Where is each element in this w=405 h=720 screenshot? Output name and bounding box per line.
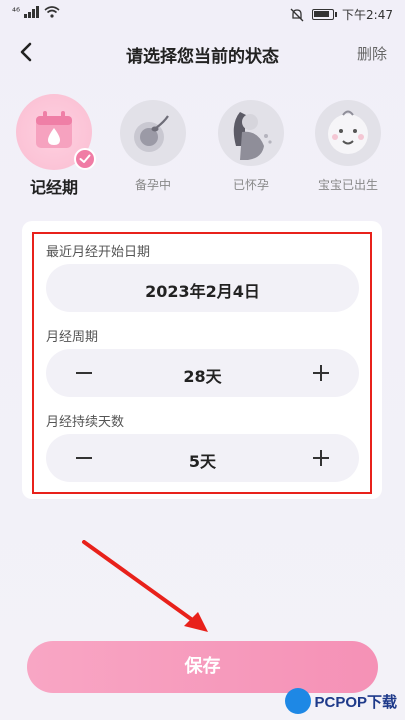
watermark: PCPOP下载 [285, 688, 397, 714]
state-option-trying[interactable]: 备孕中 [113, 100, 193, 193]
battery-icon [312, 9, 338, 20]
state-option-period[interactable]: 记经期 [14, 94, 96, 198]
plus-icon [313, 365, 329, 381]
period-duration-stepper: 5天 [46, 434, 359, 482]
top-nav: 请选择您当前的状态 删除 [0, 36, 405, 70]
baby-icon [328, 110, 368, 154]
start-date-value: 2023年2月4日 [145, 282, 260, 301]
state-label: 备孕中 [134, 178, 171, 192]
clock: 下午2:47 [342, 8, 393, 22]
plus-icon [313, 450, 329, 466]
cycle-length-label: 月经周期 [46, 330, 99, 345]
status-bar: ⁴⁶ 下午2:47 [0, 0, 405, 28]
sperm-egg-icon [134, 115, 169, 152]
state-option-baby-born[interactable]: 宝宝已出生 [308, 100, 388, 193]
pcpop-logo-icon [285, 688, 312, 714]
state-label: 宝宝已出生 [317, 178, 378, 192]
state-label: 记经期 [29, 178, 78, 197]
cell-signal-icon [24, 6, 40, 18]
state-option-circle [120, 100, 186, 166]
selected-check-icon [74, 148, 96, 170]
watermark-text: PCPOP下载 [314, 693, 397, 711]
page-title: 请选择您当前的状态 [126, 47, 279, 67]
save-button[interactable]: 保存 [27, 641, 378, 693]
duration-increase-button[interactable] [309, 446, 333, 470]
pregnant-woman-icon [233, 112, 272, 160]
state-label: 已怀孕 [232, 178, 269, 192]
cycle-increase-button[interactable] [309, 361, 333, 385]
status-selector: 记经期 备孕中 已怀孕 宝宝已出生 [0, 94, 405, 200]
state-option-circle [16, 94, 96, 170]
cycle-length-stepper: 28天 [46, 349, 359, 397]
state-option-pregnant[interactable]: 已怀孕 [211, 100, 291, 193]
start-date-picker[interactable]: 2023年2月4日 [46, 264, 359, 312]
state-option-circle [218, 100, 284, 166]
signal-indicator: ⁴⁶ [12, 6, 21, 18]
period-duration-label: 月经持续天数 [46, 415, 125, 430]
state-option-circle [315, 100, 381, 166]
mute-bell-icon [290, 8, 304, 21]
start-date-label: 最近月经开始日期 [46, 245, 151, 260]
annotation-arrow-icon [82, 540, 208, 632]
delete-button[interactable]: 删除 [357, 43, 387, 64]
wifi-icon [44, 6, 60, 18]
